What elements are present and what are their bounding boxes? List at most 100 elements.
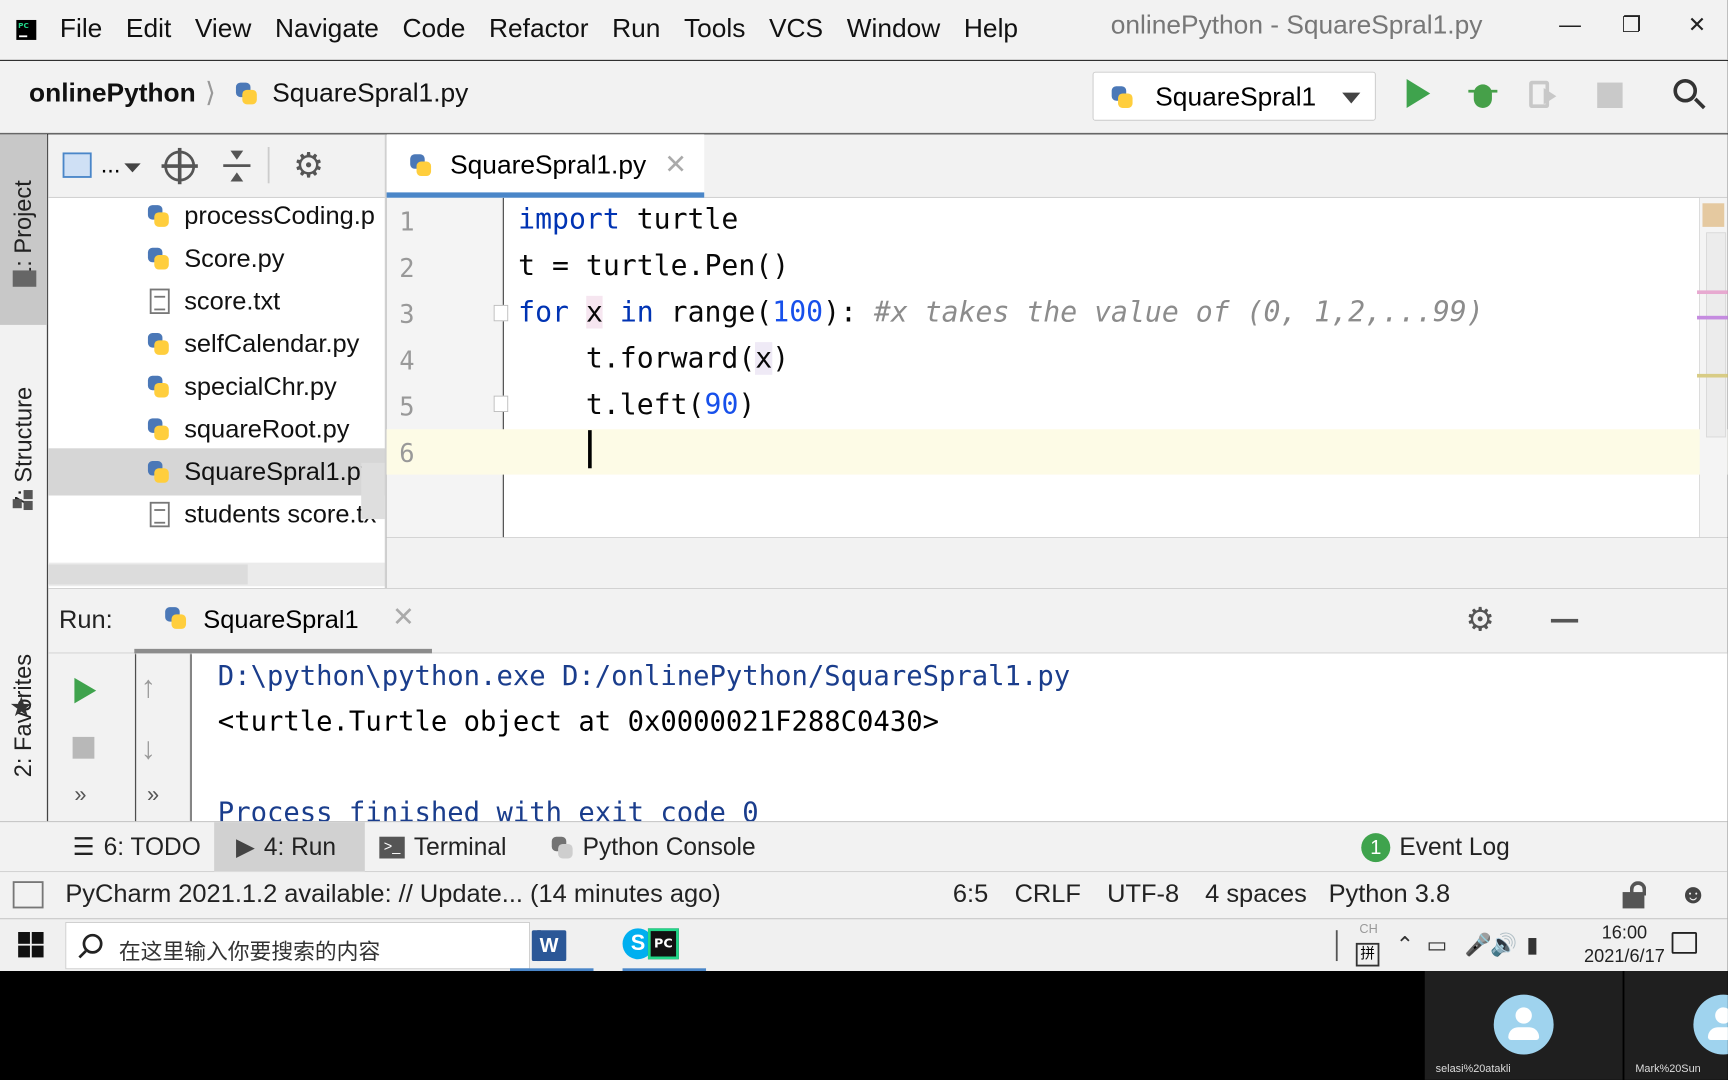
tool-tab-structure[interactable]: 7: Structure [0,343,47,552]
more-actions-icon[interactable]: » [147,782,159,807]
tree-item-processcoding[interactable]: processCoding.p [48,198,386,240]
python-icon [163,605,187,630]
stripe-marker[interactable] [1697,373,1728,378]
search-icon[interactable] [1673,78,1706,112]
scrollbar-thumb[interactable] [48,564,248,585]
restore-icon[interactable]: ❐ [1614,7,1650,43]
menu-help[interactable]: Help [964,15,1018,45]
tree-item-specialchr[interactable]: specialChr.py [48,363,386,410]
windows-start-icon[interactable] [18,932,44,958]
tree-item-students-score[interactable]: students score.tx [48,491,386,538]
arrow-up-icon[interactable]: ↑ [141,670,156,705]
settings-gear-icon[interactable]: ⚙ [293,145,324,186]
indent-setting[interactable]: 4 spaces [1205,879,1307,908]
rerun-icon[interactable] [74,677,97,704]
stripe-marker[interactable] [1697,290,1728,295]
participant-tile[interactable]: selasi%20atakli [1424,971,1623,1080]
project-view-icon[interactable] [62,152,92,178]
chevron-up-icon[interactable]: ⌃ [1396,932,1414,958]
participant-tile[interactable]: Mark%20Sun [1624,971,1728,1080]
tree-item-squarespral1[interactable]: SquareSpral1.py [48,448,386,496]
collapse-all-icon[interactable] [223,150,251,182]
avatar-icon [1693,994,1728,1055]
menu-view[interactable]: View [195,15,252,45]
ime-indicator[interactable]: 拼 [1355,942,1380,967]
menu-edit[interactable]: Edit [126,15,171,45]
arrow-down-icon[interactable]: ↓ [141,731,156,766]
network-icon[interactable]: ▭ [1427,932,1448,958]
menu-vcs[interactable]: VCS [769,15,823,45]
project-vertical-scrollbar[interactable] [361,462,385,520]
settings-gear-icon[interactable]: ⚙ [1462,601,1498,638]
structure-icon [12,490,37,511]
taskbar-app-pycharm[interactable]: PC [622,919,707,972]
tool-tab-event-log[interactable]: 1 Event Log [1361,822,1515,872]
debug-bug-icon[interactable] [1468,79,1498,110]
menu-window[interactable]: Window [847,15,941,45]
python-icon [1110,84,1134,109]
folder-icon [12,270,37,287]
run-tab-squarespral1[interactable]: SquareSpral1 ✕ [134,589,432,655]
tool-tab-python-console[interactable]: Python Console [550,822,768,872]
breadcrumb-file[interactable]: SquareSpral1.py [272,79,468,109]
clock-time[interactable]: 16:00 [1579,923,1670,944]
menu-code[interactable]: Code [403,15,466,45]
tree-item-score-txt[interactable]: score.txt [48,278,386,325]
taskbar-app-word[interactable]: W [510,919,594,972]
stop-icon[interactable] [1597,82,1623,108]
stop-icon[interactable] [72,736,95,759]
taskbar-search-input[interactable]: 在这里输入你要搜索的内容 [65,922,530,970]
python-file-icon [146,331,170,356]
notification-center-icon[interactable] [1671,932,1698,954]
fold-marker-icon[interactable] [493,304,509,322]
tree-item-selfcalendar[interactable]: selfCalendar.py [48,320,386,367]
update-notification[interactable]: PyCharm 2021.1.2 available: // Update...… [65,879,720,908]
tree-item-score-py[interactable]: Score.py [48,235,386,282]
menu-refactor[interactable]: Refactor [489,15,588,45]
microphone-icon[interactable]: 🎤 [1465,932,1492,958]
line-number: 6 [399,438,415,469]
run-with-coverage-icon[interactable] [1529,80,1560,108]
python-interpreter[interactable]: Python 3.8 [1329,879,1450,908]
minimize-icon[interactable]: — [1552,7,1588,43]
inspection-status-icon[interactable] [1702,203,1725,227]
tree-item-squareroot[interactable]: squareRoot.py [48,406,386,453]
toggle-tool-windows-icon[interactable] [12,881,44,909]
file-encoding[interactable]: UTF-8 [1107,879,1179,908]
menu-file[interactable]: File [60,15,102,45]
tool-tab-todo[interactable]: ☰ 6: TODO [73,822,209,872]
locate-crosshair-icon[interactable] [161,147,198,185]
menu-navigate[interactable]: Navigate [275,15,379,45]
run-icon[interactable] [1406,78,1431,108]
battery-icon[interactable]: ▮ [1526,932,1538,958]
unlock-icon[interactable] [1622,881,1647,909]
project-view-selector[interactable]: ... [101,151,121,179]
hide-panel-icon[interactable] [1550,618,1579,623]
stripe-marker[interactable] [1697,315,1728,320]
run-configuration-select[interactable]: SquareSpral1 [1092,71,1376,121]
clock-date[interactable]: 2021/6/17 [1561,947,1688,968]
editor-tab-squarespral1[interactable]: SquareSpral1.py ✕ [386,134,705,198]
run-panel-title: Run: [58,605,113,634]
close-tab-icon[interactable]: ✕ [392,602,415,634]
python-file-icon [146,374,170,399]
menu-run[interactable]: Run [612,15,660,45]
inspector-icon[interactable]: ☻ [1679,879,1708,910]
menu-tools[interactable]: Tools [684,15,745,45]
tool-tab-project[interactable]: 1: Project [0,134,48,325]
close-tab-icon[interactable]: ✕ [664,149,687,181]
video-call-strip: selasi%20atakli Mark%20Sun [0,971,1728,1080]
caret-position[interactable]: 6:5 [953,879,988,908]
line-separator[interactable]: CRLF [1015,879,1081,908]
tool-tab-run[interactable]: ▶ 4: Run [214,822,365,873]
pycharm-icon: PC [647,928,679,960]
breadcrumb-project[interactable]: onlinePython [29,79,196,109]
volume-icon[interactable]: 🔊 [1490,932,1517,958]
chevron-down-icon[interactable] [124,163,141,173]
fold-marker-icon[interactable] [493,395,509,413]
status-bar: PyCharm 2021.1.2 available: // Update...… [0,871,1728,919]
more-actions-icon[interactable]: » [74,782,86,807]
close-window-icon[interactable]: ✕ [1679,7,1715,43]
editor-scrollbar[interactable] [1706,232,1727,438]
tool-tab-terminal[interactable]: >_ Terminal [379,822,542,872]
